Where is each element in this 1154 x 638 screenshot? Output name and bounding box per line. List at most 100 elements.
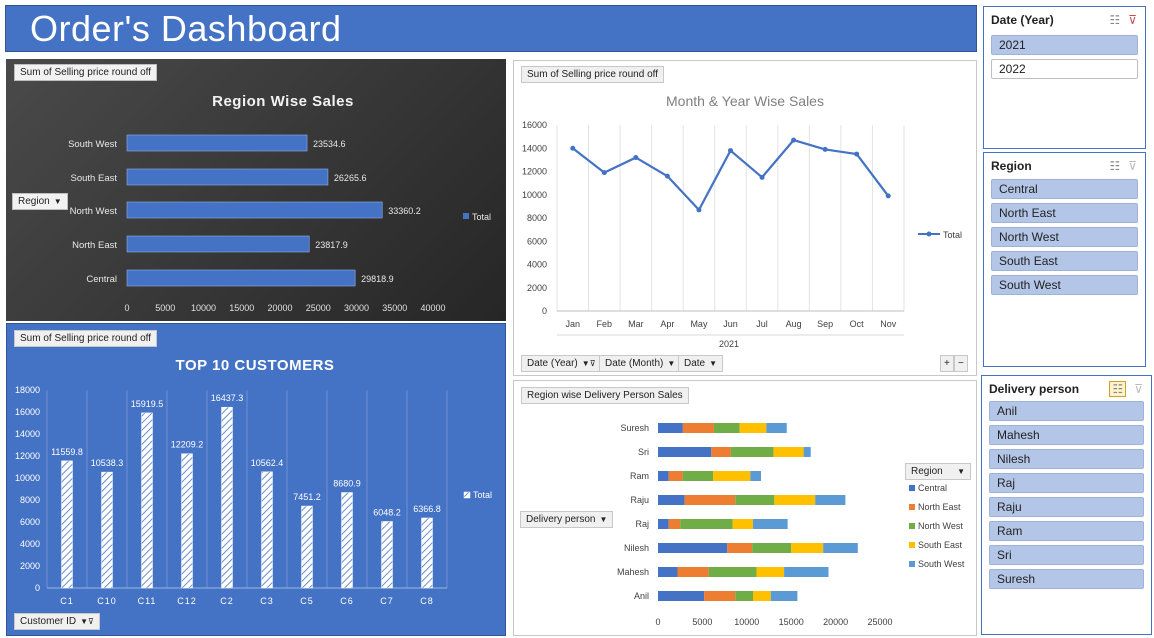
- bar-segment: [773, 447, 804, 457]
- month-chart: Month & Year Wise Sales 0 2000 4000 6000 8000…: [522, 93, 962, 349]
- bar-segment: [711, 447, 731, 457]
- bar: [341, 492, 353, 589]
- category-label: Sri: [638, 447, 649, 457]
- data-point: [696, 207, 702, 213]
- slicer-item-ram[interactable]: Ram: [989, 521, 1144, 541]
- bar-segment: [770, 591, 798, 601]
- data-label: 12209.2: [171, 440, 204, 450]
- category-label: North West: [70, 206, 118, 217]
- data-point: [822, 146, 828, 152]
- slicer-item-mahesh[interactable]: Mahesh: [989, 425, 1144, 445]
- customer-id-label: Customer ID: [20, 616, 77, 627]
- date-filter-button[interactable]: Date ▼: [678, 355, 724, 372]
- region-slicer-title: Region: [991, 159, 1032, 173]
- collapse-button[interactable]: −: [954, 355, 968, 372]
- bar-segment: [668, 471, 683, 481]
- multi-select-icon[interactable]: ☷: [1109, 381, 1127, 397]
- bar: [221, 406, 233, 589]
- legend-swatch: [909, 523, 915, 529]
- legend-swatch: [909, 504, 915, 510]
- tick-label: 10000: [522, 190, 547, 200]
- slicer-item-label: Suresh: [997, 572, 1036, 586]
- bar-segment: [658, 423, 683, 433]
- data-label: 16437.3: [211, 393, 244, 403]
- clear-filter-icon[interactable]: ⊽: [1128, 13, 1137, 27]
- bar-segment: [658, 591, 705, 601]
- bar-segment: [752, 543, 792, 553]
- multi-select-icon[interactable]: ☷: [1109, 13, 1120, 27]
- tick-label: 6000: [527, 236, 547, 246]
- data-point: [570, 145, 576, 151]
- category-label: Raj: [635, 519, 649, 529]
- delivery-slicer-title: Delivery person: [989, 382, 1080, 396]
- legend-label: Total: [943, 230, 962, 240]
- legend-swatch: [463, 491, 471, 499]
- tick-label: 15000: [229, 303, 254, 313]
- bar-segment: [791, 543, 824, 553]
- category-label: Apr: [660, 319, 674, 329]
- bar-segment: [730, 447, 774, 457]
- multi-select-icon[interactable]: ☷: [1109, 159, 1120, 173]
- tick-label: 6000: [20, 517, 40, 527]
- tick-label: 12000: [522, 167, 547, 177]
- month-chart-panel: Sum of Selling price round off Month & Y…: [513, 60, 977, 376]
- tick-label: 2000: [527, 283, 547, 293]
- data-point: [601, 170, 607, 176]
- slicer-item-south-west[interactable]: South West: [991, 275, 1138, 295]
- category-label: C11: [138, 596, 157, 606]
- page-title: Order's Dashboard: [30, 8, 342, 49]
- bar-segment: [766, 423, 787, 433]
- slicer-item-central[interactable]: Central: [991, 179, 1138, 199]
- data-point: [791, 137, 797, 143]
- slicer-item-anil[interactable]: Anil: [989, 401, 1144, 421]
- bar-segment: [753, 591, 771, 601]
- clear-filter-icon[interactable]: ⊽: [1128, 159, 1137, 173]
- customer-id-filter-button[interactable]: Customer ID ▼⊽: [14, 613, 100, 630]
- tick-label: 18000: [15, 385, 40, 395]
- bar-segment: [682, 471, 714, 481]
- delivery-slicer: Delivery person ☷ ⊽ Anil Mahesh Nilesh Ra…: [981, 375, 1152, 635]
- delivery-chart: Suresh Sri Ram Raju Raj Nilesh Mahesh Anil 0 5000…: [617, 423, 965, 627]
- slicer-item-raju[interactable]: Raju: [989, 497, 1144, 517]
- customers-chart-panel: Sum of Selling price round off TOP 10 CU…: [6, 323, 506, 636]
- bar-segment: [682, 423, 714, 433]
- bar: [141, 412, 153, 589]
- category-label: Mahesh: [617, 567, 649, 577]
- category-label: Sep: [817, 319, 833, 329]
- bar-segment: [658, 447, 712, 457]
- legend-label: Central: [918, 483, 947, 493]
- bar-segment: [658, 495, 685, 505]
- minus-icon: −: [958, 358, 964, 369]
- slicer-item-north-west[interactable]: North West: [991, 227, 1138, 247]
- data-point: [728, 148, 733, 154]
- bar-segment: [750, 471, 762, 481]
- slicer-item-2022[interactable]: 2022: [991, 59, 1138, 79]
- bar: [261, 471, 273, 589]
- date-year-filter-button[interactable]: Date (Year) ▼⊽: [521, 355, 602, 372]
- legend-marker: [926, 231, 932, 237]
- bar-segment: [823, 543, 858, 553]
- region-slicer: Region ☷ ⊽ Central North East North West …: [983, 152, 1146, 367]
- expand-button[interactable]: +: [940, 355, 954, 372]
- slicer-item-2021[interactable]: 2021: [991, 35, 1138, 55]
- date-month-filter-button[interactable]: Date (Month) ▼: [599, 355, 682, 372]
- bar-segment: [732, 519, 754, 529]
- slicer-item-south-east[interactable]: South East: [991, 251, 1138, 271]
- category-label: C6: [340, 596, 354, 606]
- legend-swatch: [909, 485, 915, 491]
- slicer-item-nilesh[interactable]: Nilesh: [989, 449, 1144, 469]
- slicer-item-sri[interactable]: Sri: [989, 545, 1144, 565]
- tick-label: 15000: [779, 617, 804, 627]
- region-slicer-icons: ☷ ⊽: [1101, 159, 1137, 173]
- bar-segment: [774, 495, 816, 505]
- slicer-item-raj[interactable]: Raj: [989, 473, 1144, 493]
- category-label: Jan: [566, 319, 581, 329]
- slicer-item-north-east[interactable]: North East: [991, 203, 1138, 223]
- category-label: Nilesh: [624, 543, 649, 553]
- slicer-item-label: Mahesh: [997, 428, 1040, 442]
- slicer-item-suresh[interactable]: Suresh: [989, 569, 1144, 589]
- tick-label: 5000: [692, 617, 712, 627]
- customers-chart: TOP 10 CUSTOMERS 0 2000 4000 6000 8000 10000 12…: [15, 357, 492, 606]
- clear-filter-icon[interactable]: ⊽: [1134, 382, 1143, 396]
- bar-segment: [713, 471, 751, 481]
